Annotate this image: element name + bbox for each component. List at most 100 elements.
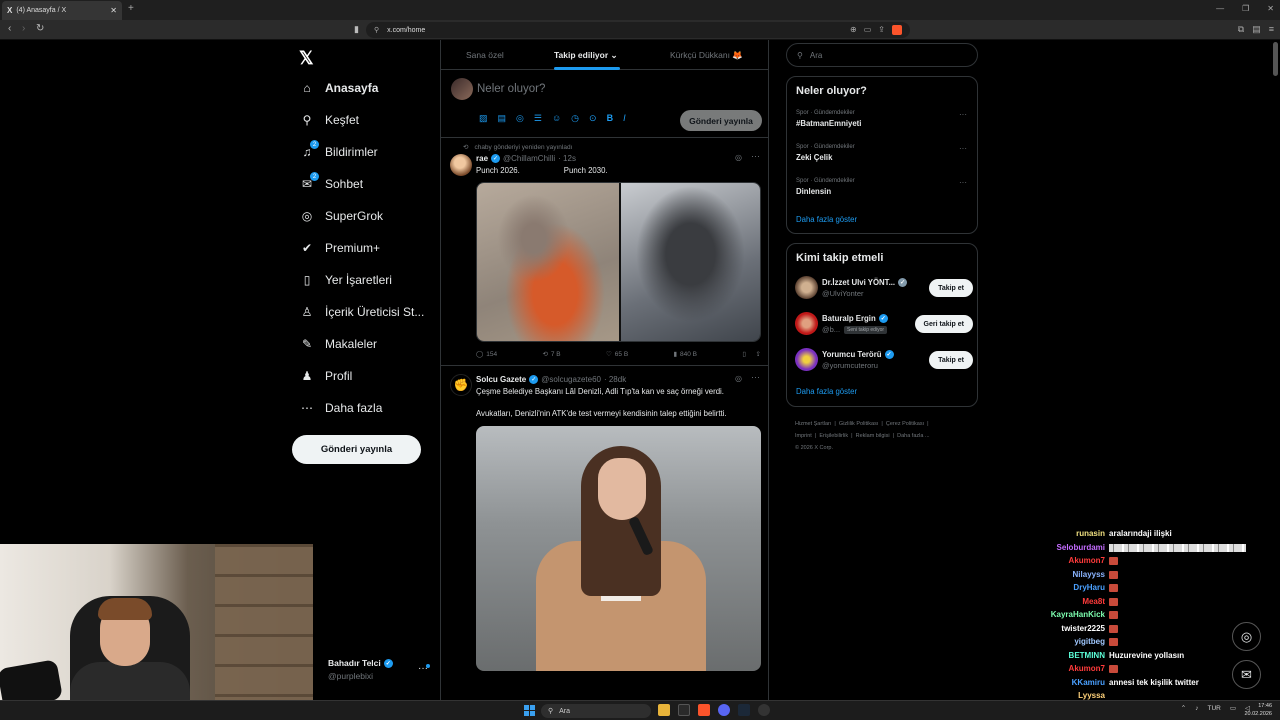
grok-icon[interactable]: ◎: [516, 113, 524, 124]
author-name[interactable]: rae: [476, 154, 488, 163]
network-icon[interactable]: ▭: [1230, 704, 1236, 712]
chat-username[interactable]: Mea8t: [1000, 597, 1105, 606]
tab-for-you[interactable]: Sana özel: [466, 50, 504, 60]
trend-item[interactable]: Spor · Gündemdekiler Zeki Çelik ···: [796, 144, 971, 162]
avatar[interactable]: [795, 276, 818, 299]
menu-icon[interactable]: ≡: [1269, 24, 1274, 35]
taskbar-search[interactable]: ⚲ Ara: [541, 704, 651, 718]
bold-icon[interactable]: B: [607, 113, 614, 124]
file-explorer-icon[interactable]: [658, 704, 670, 716]
zoom-icon[interactable]: ⊕: [850, 25, 857, 35]
compose-input[interactable]: Neler oluyor?: [477, 83, 545, 95]
app-icon[interactable]: [678, 704, 690, 716]
repost-button[interactable]: ⟲ 7 B: [542, 350, 560, 359]
avatar[interactable]: ✊: [450, 374, 472, 396]
chat-username[interactable]: KayraHanKick: [1000, 610, 1105, 619]
forward-icon[interactable]: ›: [22, 23, 25, 34]
trend-item[interactable]: Spor · Gündemdekiler #BatmanEmniyeti ···: [796, 110, 971, 128]
extensions-icon[interactable]: ⧉: [1238, 24, 1244, 35]
steam-icon[interactable]: [738, 704, 750, 716]
nav-item-2[interactable]: ♫ 2 Bildirimler: [300, 140, 378, 162]
language-indicator[interactable]: TUR: [1207, 705, 1220, 712]
italic-icon[interactable]: I: [623, 113, 626, 124]
footer-link[interactable]: Erişilebilirlik: [819, 433, 848, 439]
minimize-icon[interactable]: —: [1216, 4, 1224, 13]
tweet[interactable]: ⟲ chaby gönderiyi yeniden yayınladı rae …: [441, 138, 768, 366]
author-handle[interactable]: @solcugazete60: [541, 375, 601, 384]
footer-link[interactable]: Daha fazla ...: [897, 433, 929, 439]
more-icon[interactable]: ···: [959, 178, 967, 187]
follow-button[interactable]: Takip et: [929, 279, 973, 297]
share-icon[interactable]: ⇪: [878, 25, 885, 35]
chat-username[interactable]: Akumon7: [1000, 556, 1105, 565]
chat-username[interactable]: Lyyssa: [1000, 691, 1105, 700]
nav-item-9[interactable]: ♟ Profil: [300, 366, 353, 386]
close-window-icon[interactable]: ✕: [1267, 4, 1274, 13]
x-logo-icon[interactable]: 𝕏: [299, 48, 314, 69]
nav-item-1[interactable]: ⚲ Keşfet: [300, 110, 359, 130]
sidebar-icon[interactable]: ▤: [1252, 24, 1261, 35]
back-icon[interactable]: ‹: [8, 23, 11, 34]
tweet-media[interactable]: [476, 182, 761, 342]
footer-link[interactable]: Hizmet Şartları: [795, 421, 831, 427]
obs-icon[interactable]: [758, 704, 770, 716]
chat-username[interactable]: KKamiru: [1000, 678, 1105, 687]
compose-post-button[interactable]: Gönderi yayınla: [680, 110, 762, 131]
trend-item[interactable]: Spor · Gündemdekiler Dinlensin ···: [796, 178, 971, 196]
maximize-icon[interactable]: ❐: [1242, 4, 1249, 13]
site-info-icon[interactable]: ⚲: [374, 26, 379, 34]
image-icon[interactable]: ▨: [479, 113, 488, 124]
tab-list[interactable]: Kürkçü Dükkanı 🦊: [670, 50, 743, 61]
bookmark-page-icon[interactable]: ▮: [354, 24, 359, 35]
more-icon[interactable]: ···: [751, 151, 760, 161]
cast-icon[interactable]: ▭: [864, 25, 872, 35]
tweet[interactable]: ✊ Solcu Gazete ✓ @solcugazete60 · 28dk ◎…: [441, 367, 768, 700]
brave-icon[interactable]: [698, 704, 710, 716]
nav-item-5[interactable]: ✔ Premium+: [300, 238, 380, 258]
follow-back-button[interactable]: Geri takip et: [914, 315, 973, 333]
tweet-time[interactable]: · 28dk: [604, 375, 626, 384]
search-input[interactable]: ⚲ Ara: [786, 43, 978, 67]
nav-item-4[interactable]: ◎ SuperGrok: [300, 206, 383, 226]
chat-username[interactable]: DryHaru: [1000, 583, 1105, 592]
follow-suggestion[interactable]: Yorumcu Terörü ✓ @yorumcuteroru Takip et: [795, 348, 973, 372]
new-tab-button[interactable]: +: [128, 3, 134, 14]
gif-icon[interactable]: ▤: [498, 113, 507, 124]
grok-icon[interactable]: ◎: [735, 374, 742, 383]
chat-username[interactable]: twister2225: [1000, 624, 1105, 633]
reload-icon[interactable]: ↻: [36, 23, 44, 34]
tweet-media[interactable]: [476, 426, 761, 671]
footer-link[interactable]: Reklam bilgisi: [856, 433, 890, 439]
footer-link[interactable]: Çerez Politikası: [886, 421, 924, 427]
poll-icon[interactable]: ☰: [534, 113, 542, 124]
chat-username[interactable]: yigitbeg: [1000, 637, 1105, 646]
views-button[interactable]: ▮ 840 B: [673, 350, 697, 359]
follow-button[interactable]: Takip et: [929, 351, 973, 369]
avatar[interactable]: [450, 154, 472, 176]
location-icon[interactable]: ⊙: [589, 113, 597, 124]
follow-suggestion[interactable]: Baturalp Ergin ✓ @b... Seni takip ediyor G…: [795, 312, 973, 336]
post-button[interactable]: Gönderi yayınla: [292, 435, 421, 464]
chat-username[interactable]: Nilayyss: [1000, 570, 1105, 579]
nav-item-10[interactable]: ⋯ Daha fazla: [300, 398, 382, 418]
tab-close-icon[interactable]: ✕: [110, 6, 117, 15]
tray-chevron-icon[interactable]: ⌃: [1181, 704, 1186, 712]
schedule-icon[interactable]: ◷: [571, 113, 579, 124]
nav-item-3[interactable]: ✉ 2 Sohbet: [300, 172, 363, 194]
url-bar[interactable]: ⚲ x.com/home ⊕ ▭ ⇪: [366, 22, 910, 38]
author-handle[interactable]: @ChillamChilli: [503, 154, 555, 163]
chat-username[interactable]: runasin: [1000, 529, 1105, 538]
scrollbar[interactable]: [1273, 42, 1278, 76]
show-more-link[interactable]: Daha fazla göster: [796, 387, 857, 396]
nav-item-7[interactable]: ♙ İçerik Üreticisi St...: [300, 302, 425, 322]
like-button[interactable]: ♡ 65 B: [606, 350, 628, 359]
chat-username[interactable]: BETMINN: [1000, 651, 1105, 660]
mic-icon[interactable]: ♪: [1195, 705, 1198, 712]
nav-item-6[interactable]: ▯ Yer İşaretleri: [300, 270, 392, 290]
nav-item-8[interactable]: ✎ Makaleler: [300, 334, 377, 354]
browser-tab[interactable]: X (4) Anasayfa / X ✕: [2, 1, 122, 20]
brave-shield-icon[interactable]: [892, 25, 902, 35]
grok-icon[interactable]: ◎: [735, 153, 742, 162]
more-icon[interactable]: ···: [959, 110, 967, 119]
avatar[interactable]: [795, 312, 818, 335]
